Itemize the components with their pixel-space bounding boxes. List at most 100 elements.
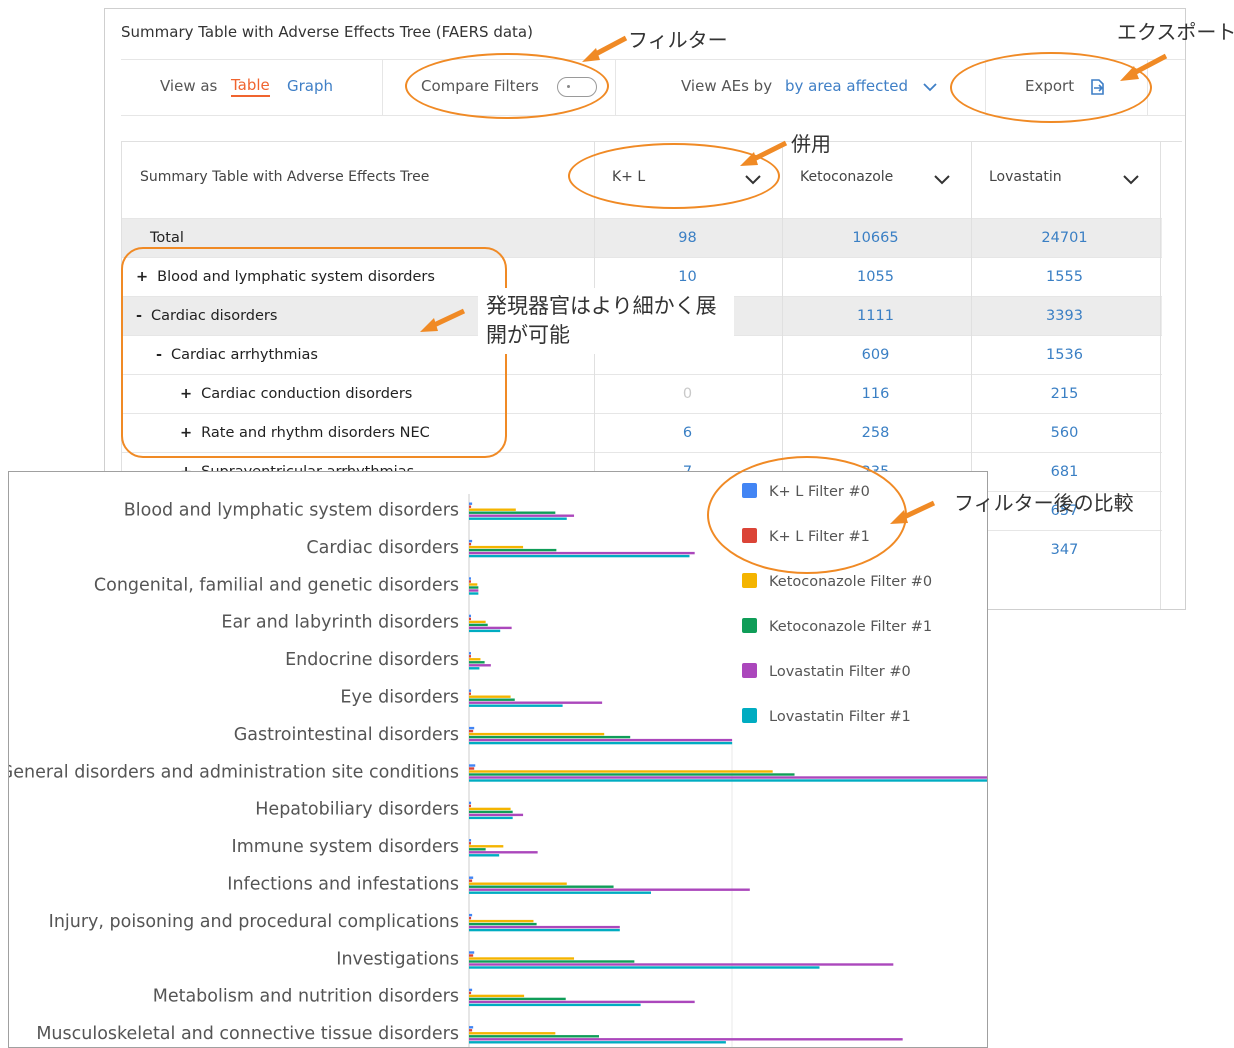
bar — [469, 885, 614, 888]
cell-count[interactable]: 10665 — [782, 230, 969, 246]
cell-count[interactable]: 6 — [594, 425, 781, 441]
bar — [469, 779, 987, 782]
bar — [469, 891, 651, 894]
bar — [469, 988, 473, 992]
category-label: Hepatobiliary disorders — [255, 800, 459, 820]
cell-count[interactable]: 98 — [594, 230, 781, 246]
annotation-concomitant: 併用 — [791, 132, 831, 156]
bar — [469, 514, 575, 517]
bar — [469, 505, 472, 508]
view-as-label: View as — [160, 77, 218, 95]
bar — [469, 767, 475, 770]
bar — [469, 511, 556, 514]
tab-table[interactable]: Table — [231, 76, 270, 97]
category-label: Gastrointestinal disorders — [234, 725, 459, 745]
cell-count[interactable]: 609 — [782, 347, 969, 363]
cell-count[interactable]: 681 — [971, 464, 1158, 480]
bar — [469, 879, 473, 882]
bar — [469, 661, 485, 664]
bar — [469, 586, 479, 589]
legend-label: Ketoconazole Filter #1 — [769, 619, 932, 635]
bar — [469, 539, 473, 543]
view-aes-by-label: View AEs by — [681, 77, 773, 95]
bar — [469, 655, 471, 658]
bar — [469, 816, 513, 820]
bar — [469, 888, 750, 891]
bar — [469, 813, 524, 817]
cell-count[interactable]: 1111 — [782, 308, 969, 324]
view-aes-by-dropdown[interactable]: by area affected — [785, 77, 908, 95]
bar — [469, 729, 474, 733]
bar — [469, 698, 515, 701]
bar — [469, 991, 472, 995]
bar — [469, 764, 476, 767]
annotation-filter: フィルター — [628, 28, 728, 52]
cell-count[interactable]: 215 — [971, 386, 1158, 402]
category-label: Immune system disorders — [232, 837, 459, 857]
bar — [469, 997, 566, 1001]
bar — [469, 658, 481, 661]
legend-swatch — [742, 663, 757, 678]
chevron-down-icon[interactable] — [934, 175, 950, 185]
cell-count[interactable]: 258 — [782, 425, 969, 441]
toolbar-separator — [382, 59, 383, 115]
cell-count[interactable]: 1536 — [971, 347, 1158, 363]
cell-count[interactable]: 1555 — [971, 269, 1158, 285]
annotation-export: エクスポート — [1117, 20, 1234, 44]
bar — [469, 1029, 473, 1032]
bar — [469, 502, 473, 505]
cell-count[interactable]: 347 — [971, 542, 1158, 558]
cell-count[interactable]: 116 — [782, 386, 969, 402]
category-label: Eye disorders — [340, 688, 459, 708]
chevron-down-icon[interactable] — [1123, 175, 1139, 185]
bar — [469, 807, 511, 811]
bar — [469, 928, 620, 932]
bar — [469, 919, 534, 923]
bar — [469, 994, 525, 998]
bar — [469, 770, 773, 773]
callout-kl-column — [568, 143, 780, 209]
tab-graph[interactable]: Graph — [287, 77, 333, 95]
category-label: Infections and infestations — [227, 875, 459, 895]
bar — [469, 704, 563, 707]
bar — [469, 545, 524, 549]
cell-count[interactable]: 24701 — [971, 230, 1158, 246]
bar — [469, 592, 479, 595]
category-label: General disorders and administration sit… — [9, 762, 459, 782]
category-label: Blood and lymphatic system disorders — [124, 501, 459, 521]
category-label: Injury, poisoning and procedural complic… — [49, 912, 459, 932]
category-label: Investigations — [336, 949, 459, 969]
bar — [469, 1032, 556, 1035]
bar — [469, 517, 567, 520]
annotation-organ-expand: 発現器官はより細かく展 開が可能 — [478, 288, 734, 354]
category-label: Endocrine disorders — [285, 650, 459, 670]
bar — [469, 1041, 726, 1044]
bar — [469, 1038, 903, 1041]
cell-count[interactable]: 3393 — [971, 308, 1158, 324]
cell-count[interactable]: 560 — [971, 425, 1158, 441]
bar — [469, 652, 471, 655]
bar — [469, 922, 537, 926]
bar — [469, 882, 567, 885]
window-title: Summary Table with Adverse Effects Tree … — [121, 23, 533, 41]
bar — [469, 542, 472, 546]
bar — [469, 664, 491, 667]
cell-count[interactable]: 1055 — [782, 269, 969, 285]
bar — [469, 957, 575, 960]
bar — [469, 689, 472, 692]
bar — [469, 554, 690, 558]
legend-label: Lovastatin Filter #1 — [769, 709, 911, 725]
chevron-down-icon[interactable] — [923, 82, 937, 92]
cell-count[interactable]: 10 — [594, 269, 781, 285]
bar — [469, 626, 512, 630]
legend-swatch — [742, 573, 757, 588]
column-header-lovastatin[interactable]: Lovastatin — [971, 142, 1161, 218]
cell-count: 0 — [682, 386, 693, 402]
legend-swatch — [742, 708, 757, 723]
annotation-compare: フィルター後の比較 — [954, 491, 1134, 515]
category-label: Ear and labyrinth disorders — [221, 613, 459, 633]
legend-label: Lovastatin Filter #0 — [769, 664, 911, 680]
legend-swatch — [742, 618, 757, 633]
bar — [469, 842, 471, 845]
bar — [469, 583, 478, 586]
